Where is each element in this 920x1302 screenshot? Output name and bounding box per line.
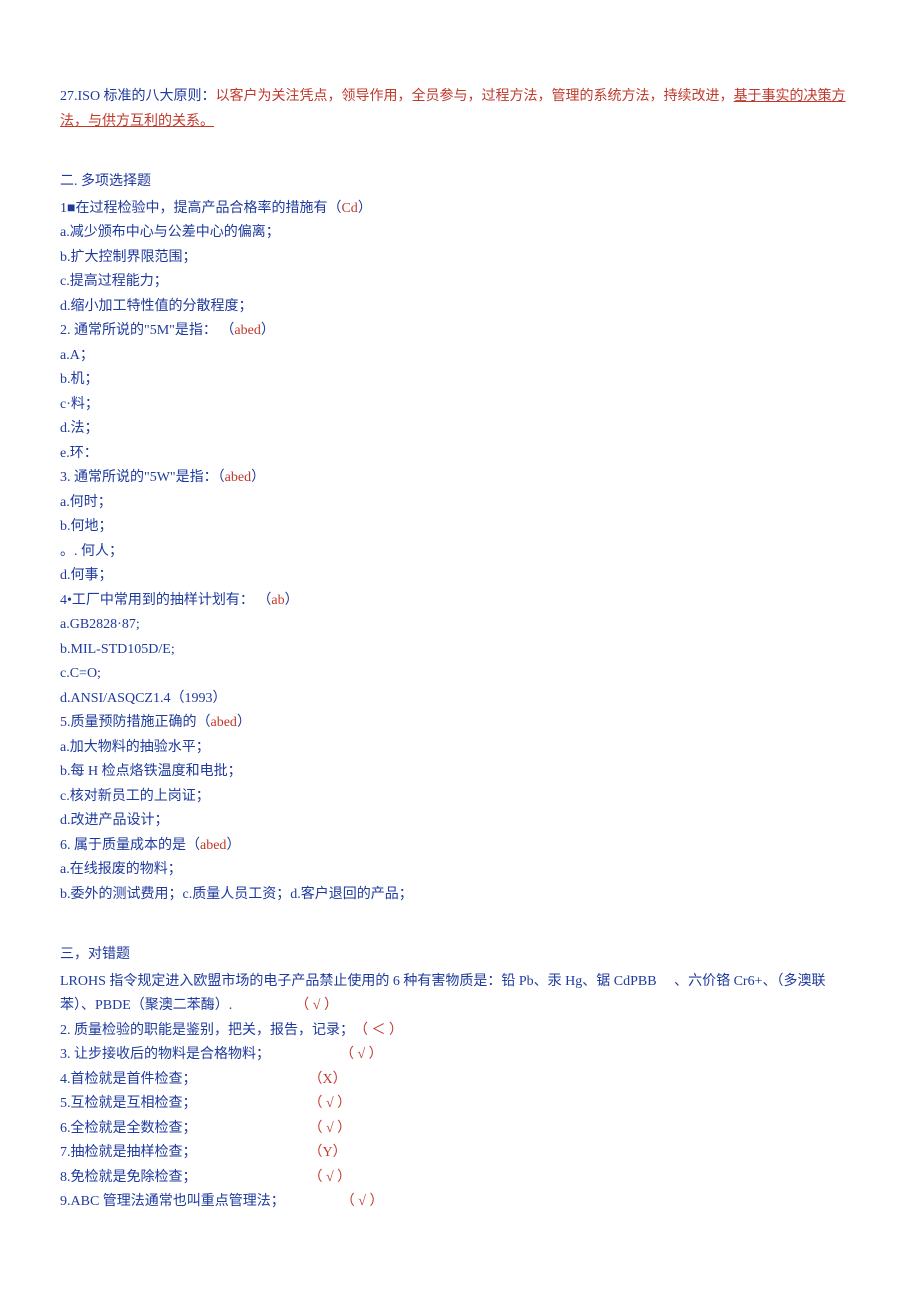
tf-q9: 9.ABC 管理法通常也叫重点管理法； （ √ ）	[60, 1190, 860, 1215]
q6-stem: 6. 属于质量成本的是（abed）	[60, 834, 860, 859]
q3-opt-a: a.何时；	[60, 491, 860, 516]
q6-opt-a: a.在线报废的物料；	[60, 858, 860, 883]
tf-q6: 6.全检就是全数检查； （ √ ）	[60, 1117, 860, 1142]
q4-opt-b: b.MIL-STD105D/E;	[60, 638, 860, 663]
tf-q3: 3. 让步接收后的物料是合格物料； （ √ ）	[60, 1043, 860, 1068]
q2-stem: 2. 通常所说的"5M"是指： （abed）	[60, 319, 860, 344]
q6-opt-b: b.委外的测试费用；c.质量人员工资；d.客户退回的产品；	[60, 883, 860, 908]
q5-opt-d: d.改进产品设计；	[60, 809, 860, 834]
q4-opt-a: a.GB2828·87;	[60, 613, 860, 638]
q2-opt-b: b.机；	[60, 368, 860, 393]
section2-header: 二. 多项选择题	[60, 170, 860, 195]
intro-paragraph: 27.ISO 标准的八大原则：以客户为关注凭点，领导作用，全员参与，过程方法，管…	[60, 85, 860, 134]
intro-prefix: 27.ISO 标准的八大原则：	[60, 89, 216, 104]
q5-stem: 5.质量预防措施正确的（abed）	[60, 711, 860, 736]
q4-opt-c: c.C=O;	[60, 662, 860, 687]
q3-stem: 3. 通常所说的"5W"是指：（abed）	[60, 466, 860, 491]
q1-opt-c: c.提高过程能力；	[60, 270, 860, 295]
q4-stem: 4•工厂中常用到的抽样计划有： （ab）	[60, 589, 860, 614]
q5-opt-b: b.每 H 检点烙铁温度和电批；	[60, 760, 860, 785]
tf-q2: 2. 质量检验的职能是鉴别，把关，报告，记录； （ ＜ ）	[60, 1019, 860, 1044]
tf-q8: 8.免检就是免除检查； （ √ ）	[60, 1166, 860, 1191]
q3-opt-d: d.何事；	[60, 564, 860, 589]
q2-opt-c: c·料；	[60, 393, 860, 418]
tf-q5: 5.互检就是互相检查； （ √ ）	[60, 1092, 860, 1117]
q1-opt-a: a.减少颁布中心与公差中心的偏离；	[60, 221, 860, 246]
tf-q7: 7.抽检就是抽样检查； （Y）	[60, 1141, 860, 1166]
q1-stem: 1■在过程检验中，提高产品合格率的措施有（Cd）	[60, 197, 860, 222]
q4-opt-d: d.ANSI/ASQCZ1.4（1993）	[60, 687, 860, 712]
intro-body: 以客户为关注凭点，领导作用，全员参与，过程方法，管理的系统方法，持续改进，	[216, 89, 734, 104]
q1-opt-d: d.缩小加工特性值的分散程度；	[60, 295, 860, 320]
tf-q1: LROHS 指令规定进入欧盟市场的电子产品禁止使用的 6 种有害物质是：铅 Pb…	[60, 970, 860, 1019]
q3-opt-b: b.何地；	[60, 515, 860, 540]
tf-q4: 4.首检就是首件检查； （X）	[60, 1068, 860, 1093]
q5-opt-c: c.核对新员工的上岗证；	[60, 785, 860, 810]
q2-opt-d: d.法；	[60, 417, 860, 442]
section3-header: 三，对错题	[60, 943, 860, 968]
q5-opt-a: a.加大物料的抽验水平；	[60, 736, 860, 761]
q3-opt-c: 。. 何人；	[60, 540, 860, 565]
q1-opt-b: b.扩大控制界限范围；	[60, 246, 860, 271]
q2-opt-a: a.A；	[60, 344, 860, 369]
q2-opt-e: e.环：	[60, 442, 860, 467]
